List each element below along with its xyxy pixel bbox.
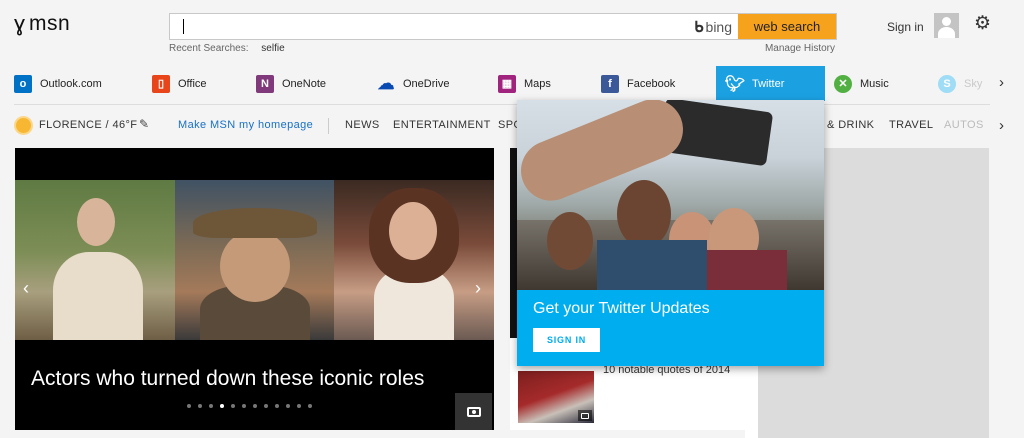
carousel-dot[interactable] <box>286 404 290 408</box>
nav-food-drink[interactable]: & DRINK <box>827 119 874 131</box>
carousel-dot[interactable] <box>220 404 224 408</box>
hero-carousel[interactable]: ‹ › Actors who turned down these iconic … <box>15 148 494 430</box>
service-skype[interactable]: S Sky <box>938 66 982 101</box>
chevron-right-icon[interactable]: › <box>999 117 1004 134</box>
avatar[interactable] <box>934 13 959 38</box>
twitter-flyout: Get your Twitter Updates SIGN IN <box>517 100 824 366</box>
service-label: Sky <box>964 77 983 90</box>
service-label: Outlook.com <box>40 77 102 90</box>
sun-icon <box>16 118 31 133</box>
service-maps[interactable]: ▦ Maps <box>498 66 551 101</box>
bing-logo: ᑲ bing <box>688 14 738 39</box>
service-label: OneNote <box>282 77 327 90</box>
carousel-dot[interactable] <box>187 404 191 408</box>
twitter-icon: 🐦︎ <box>724 75 746 93</box>
person-figure <box>53 252 143 340</box>
avatar-head <box>942 17 951 26</box>
msn-logo-text: msn <box>29 12 71 35</box>
carousel-dot[interactable] <box>264 404 268 408</box>
flyout-title: Get your Twitter Updates <box>533 300 710 317</box>
shirt-shape <box>597 240 707 290</box>
office-icon: ▯ <box>152 74 170 93</box>
nav-autos[interactable]: AUTOS <box>944 119 984 131</box>
hero-photo <box>175 180 334 340</box>
camera-icon[interactable] <box>455 393 492 430</box>
xbox-music-icon: ✕ <box>834 74 852 93</box>
service-label: Office <box>178 77 207 90</box>
camera-icon <box>578 410 592 421</box>
service-label: OneDrive <box>403 77 450 90</box>
text-caret <box>183 19 184 34</box>
make-homepage-link[interactable]: Make MSN my homepage <box>178 119 313 131</box>
service-label: Music <box>860 77 889 90</box>
sub-navigation: FLORENCE / 46°F ✎ Make MSN my homepage N… <box>0 114 1024 138</box>
msn-logo[interactable]: ɣ msn <box>14 12 70 36</box>
selfie-photo <box>517 100 824 290</box>
maps-icon: ▦ <box>498 74 516 93</box>
shirt-shape <box>707 250 787 290</box>
service-label: Facebook <box>627 77 676 90</box>
onenote-icon: N <box>256 74 274 93</box>
carousel-dot[interactable] <box>275 404 279 408</box>
search-bar: ᑲ bing web search <box>169 13 837 40</box>
service-music[interactable]: ✕ Music <box>834 66 889 101</box>
facebook-icon: f <box>601 74 619 93</box>
sign-in-link[interactable]: Sign in <box>887 20 924 34</box>
chevron-right-icon[interactable]: › <box>475 278 481 299</box>
person-face <box>77 198 115 246</box>
bing-icon: ᑲ <box>694 18 704 36</box>
recent-searches-label: Recent Searches: <box>169 43 249 54</box>
service-label: Maps <box>524 77 551 90</box>
service-twitter[interactable]: 🐦︎ Twitter <box>716 66 825 101</box>
hero-caption[interactable]: Actors who turned down these iconic role… <box>31 367 424 391</box>
service-label: Twitter <box>752 77 785 90</box>
search-input[interactable] <box>170 14 689 39</box>
skype-icon: S <box>938 74 956 93</box>
divider <box>14 104 990 105</box>
chevron-left-icon[interactable]: ‹ <box>23 278 29 299</box>
nav-entertainment[interactable]: ENTERTAINMENT <box>393 119 491 131</box>
carousel-dot[interactable] <box>308 404 312 408</box>
recent-search-item[interactable]: selfie <box>261 43 284 54</box>
service-onedrive[interactable]: ☁ OneDrive <box>377 66 450 101</box>
chevron-right-icon[interactable]: › <box>999 74 1004 91</box>
carousel-dot[interactable] <box>297 404 301 408</box>
carousel-dot[interactable] <box>253 404 257 408</box>
service-outlook[interactable]: o Outlook.com <box>14 66 102 101</box>
service-facebook[interactable]: f Facebook <box>601 66 675 101</box>
services-bar: o Outlook.com ▯ Office N OneNote ☁ OneDr… <box>0 66 1024 101</box>
nav-news[interactable]: NEWS <box>345 119 380 131</box>
carousel-dots <box>187 404 312 408</box>
carousel-dot[interactable] <box>209 404 213 408</box>
avatar-body <box>938 27 955 38</box>
twitter-sign-in-button[interactable]: SIGN IN <box>533 328 600 352</box>
person-face <box>220 230 290 302</box>
pencil-icon[interactable]: ✎ <box>139 117 149 131</box>
face-shape <box>617 180 671 248</box>
service-onenote[interactable]: N OneNote <box>256 66 326 101</box>
msn-butterfly-icon: ɣ <box>14 11 26 36</box>
carousel-dot[interactable] <box>198 404 202 408</box>
onedrive-icon: ☁ <box>377 73 395 93</box>
gear-icon[interactable]: ⚙ <box>974 14 991 33</box>
news-thumbnail[interactable] <box>518 371 594 423</box>
fedora-hat <box>193 208 317 238</box>
recent-searches: Recent Searches: selfie <box>169 43 285 54</box>
nav-travel[interactable]: TRAVEL <box>889 119 933 131</box>
service-office[interactable]: ▯ Office <box>152 66 207 101</box>
carousel-dot[interactable] <box>242 404 246 408</box>
person-face <box>389 202 437 260</box>
hero-photo <box>334 180 494 340</box>
hero-photo <box>15 180 175 340</box>
manage-history-link[interactable]: Manage History <box>765 43 835 54</box>
outlook-icon: o <box>14 74 32 93</box>
weather-location[interactable]: FLORENCE / 46°F <box>39 119 137 131</box>
bing-label: bing <box>705 18 732 35</box>
divider <box>328 118 329 134</box>
carousel-dot[interactable] <box>231 404 235 408</box>
web-search-button[interactable]: web search <box>738 14 836 39</box>
face-shape <box>547 212 593 270</box>
